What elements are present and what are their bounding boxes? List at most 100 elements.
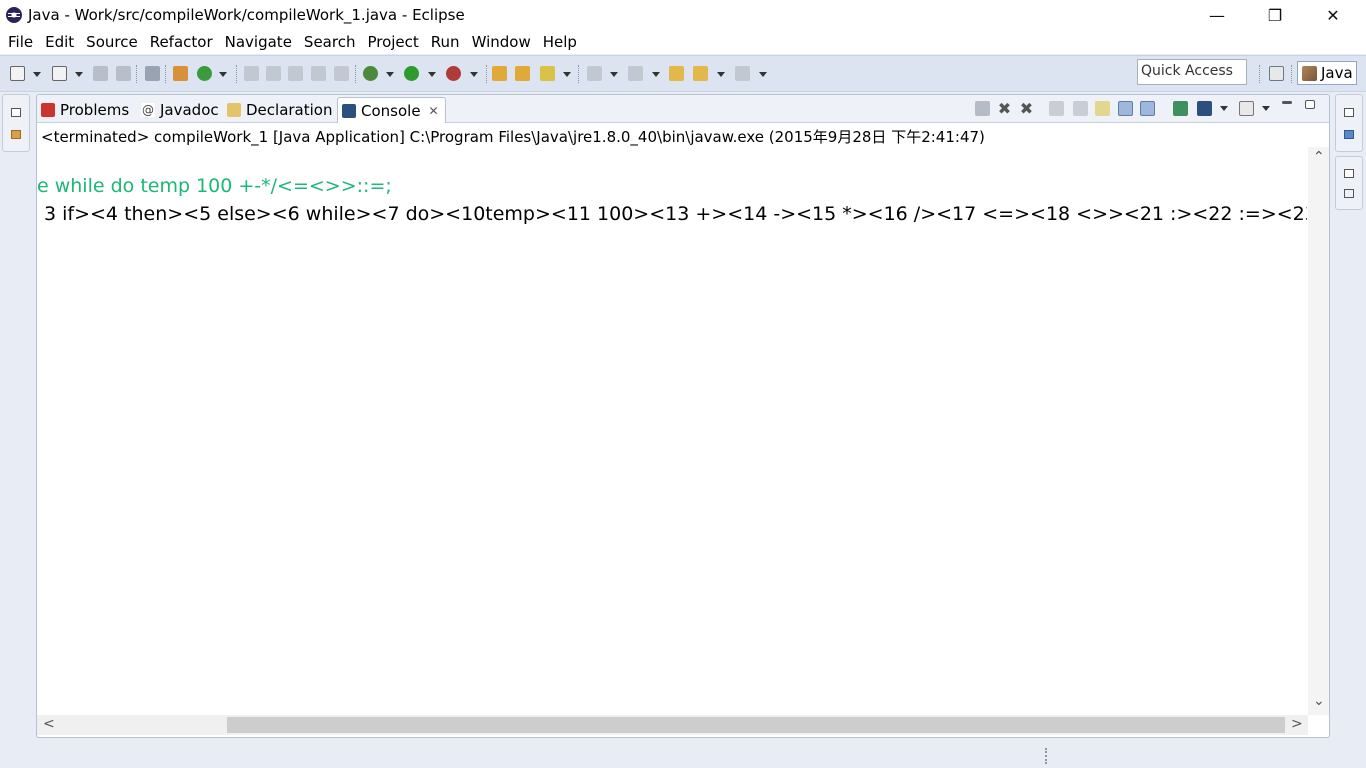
close-tab-icon[interactable]: ✕ <box>429 104 439 118</box>
brush-icon[interactable] <box>266 66 281 81</box>
toolbar-separator <box>578 65 580 83</box>
terminate-icon[interactable] <box>975 101 990 116</box>
toolbar-separator <box>1259 65 1261 83</box>
left-trim-stack <box>2 94 30 152</box>
open-perspective-icon[interactable] <box>1269 66 1284 81</box>
next-annotation-dropdown-icon[interactable] <box>610 72 618 77</box>
toolbar-separator <box>136 65 138 83</box>
task-list-icon[interactable] <box>1344 189 1354 198</box>
last-edit-icon[interactable] <box>669 66 684 81</box>
new-type-icon[interactable] <box>52 66 67 81</box>
new-dropdown-icon[interactable] <box>33 72 41 77</box>
javadoc-icon: @ <box>141 103 155 117</box>
scroll-lock-icon[interactable] <box>1073 101 1088 116</box>
open-console-dropdown-icon[interactable] <box>1262 106 1270 111</box>
new-package-icon[interactable] <box>173 66 188 81</box>
menu-project[interactable]: Project <box>366 33 419 51</box>
restore-icon[interactable] <box>1344 169 1354 178</box>
skip-breakpoints-icon[interactable] <box>145 66 160 81</box>
debug-dropdown-icon[interactable] <box>386 72 394 77</box>
scroll-up-icon[interactable]: ⌃ <box>1313 149 1325 165</box>
remove-launch-icon[interactable]: ✖ <box>997 101 1012 117</box>
menu-navigate[interactable]: Navigate <box>224 33 293 51</box>
restore-icon[interactable] <box>1344 108 1354 117</box>
tab-problems[interactable]: Problems <box>41 97 129 123</box>
display-console-dropdown-icon[interactable] <box>1220 106 1228 111</box>
console-icon <box>342 103 356 118</box>
search-icon[interactable] <box>244 66 259 81</box>
close-button[interactable]: ✕ <box>1304 0 1362 30</box>
clear-console-icon[interactable] <box>1049 101 1064 116</box>
menu-run[interactable]: Run <box>430 33 461 51</box>
tab-declaration[interactable]: Declaration <box>227 97 332 123</box>
maximize-button[interactable]: ❐ <box>1246 0 1304 30</box>
external-tools-dropdown-icon[interactable] <box>470 72 478 77</box>
back-icon[interactable] <box>693 66 708 81</box>
tab-problems-label: Problems <box>60 101 130 119</box>
word-wrap-icon[interactable] <box>1095 101 1110 116</box>
previous-annotation-icon[interactable] <box>628 66 643 81</box>
open-console-icon[interactable] <box>1239 101 1254 116</box>
eclipse-icon <box>6 7 22 23</box>
block-icon[interactable] <box>311 66 326 81</box>
back-dropdown-icon[interactable] <box>717 72 725 77</box>
horizontal-scrollbar[interactable]: < > <box>37 715 1308 735</box>
quick-access-input[interactable]: Quick Access <box>1137 59 1247 85</box>
menu-window[interactable]: Window <box>471 33 532 51</box>
status-bar-grip[interactable] <box>1045 748 1047 764</box>
tab-javadoc[interactable]: @ Javadoc <box>141 97 219 123</box>
previous-annotation-dropdown-icon[interactable] <box>652 72 660 77</box>
tab-declaration-label: Declaration <box>246 101 333 119</box>
java-perspective-button[interactable]: Java <box>1297 61 1357 85</box>
toolbar-separator <box>355 65 357 83</box>
minimize-view-icon[interactable] <box>1282 101 1292 104</box>
menu-file[interactable]: File <box>7 33 34 51</box>
scroll-right-icon[interactable]: > <box>1291 716 1303 732</box>
next-annotation-icon[interactable] <box>587 66 602 81</box>
minimize-button[interactable]: — <box>1188 0 1246 30</box>
scroll-down-icon[interactable]: ⌄ <box>1313 693 1325 709</box>
hierarchy-icon[interactable] <box>11 130 21 139</box>
run-icon[interactable] <box>404 66 419 81</box>
open-task-dropdown-icon[interactable] <box>563 72 571 77</box>
remove-all-launches-icon[interactable]: ✖ <box>1019 101 1034 117</box>
new-class-dropdown-icon[interactable] <box>219 72 227 77</box>
debug-icon[interactable] <box>363 66 378 81</box>
show-on-stderr-icon[interactable] <box>1140 101 1155 116</box>
external-tools-icon[interactable] <box>446 66 461 81</box>
open-type-icon[interactable] <box>492 66 507 81</box>
maximize-view-icon[interactable] <box>1305 100 1315 109</box>
title-bar: Java - Work/src/compileWork/compileWork_… <box>0 0 1366 30</box>
pin-console-icon[interactable] <box>1173 101 1188 116</box>
toolbar-separator <box>1291 65 1293 83</box>
menu-source[interactable]: Source <box>85 33 139 51</box>
open-folder-icon[interactable] <box>515 66 530 81</box>
horizontal-scroll-thumb[interactable] <box>227 717 1285 733</box>
new-type-dropdown-icon[interactable] <box>75 72 83 77</box>
menu-search[interactable]: Search <box>303 33 357 51</box>
open-task-icon[interactable] <box>540 66 555 81</box>
new-class-icon[interactable] <box>197 66 212 81</box>
restore-icon[interactable] <box>11 108 21 117</box>
forward-icon[interactable] <box>735 66 750 81</box>
forward-dropdown-icon[interactable] <box>759 72 767 77</box>
tab-console[interactable]: Console ✕ <box>337 97 446 123</box>
format-icon[interactable] <box>288 66 303 81</box>
save-icon[interactable] <box>93 66 108 81</box>
java-perspective-icon <box>1302 65 1317 81</box>
menu-refactor[interactable]: Refactor <box>149 33 214 51</box>
menu-edit[interactable]: Edit <box>44 33 75 51</box>
show-on-stdout-icon[interactable] <box>1118 101 1133 116</box>
show-whitespace-icon[interactable] <box>334 66 349 81</box>
vertical-scrollbar[interactable]: ⌃ ⌄ <box>1308 147 1329 715</box>
view-tab-bar: Problems @ Javadoc Declaration Console ✕… <box>37 95 1329 123</box>
status-bar <box>0 740 1366 768</box>
scroll-left-icon[interactable]: < <box>43 716 55 732</box>
run-dropdown-icon[interactable] <box>428 72 436 77</box>
display-console-icon[interactable] <box>1197 101 1212 116</box>
console-output[interactable]: e while do temp 100 +-*/<=<>>::=; 3 if><… <box>37 147 1307 715</box>
save-all-icon[interactable] <box>116 66 131 81</box>
menu-help[interactable]: Help <box>542 33 578 51</box>
new-icon[interactable] <box>10 66 25 81</box>
outline-icon[interactable] <box>1344 130 1354 139</box>
